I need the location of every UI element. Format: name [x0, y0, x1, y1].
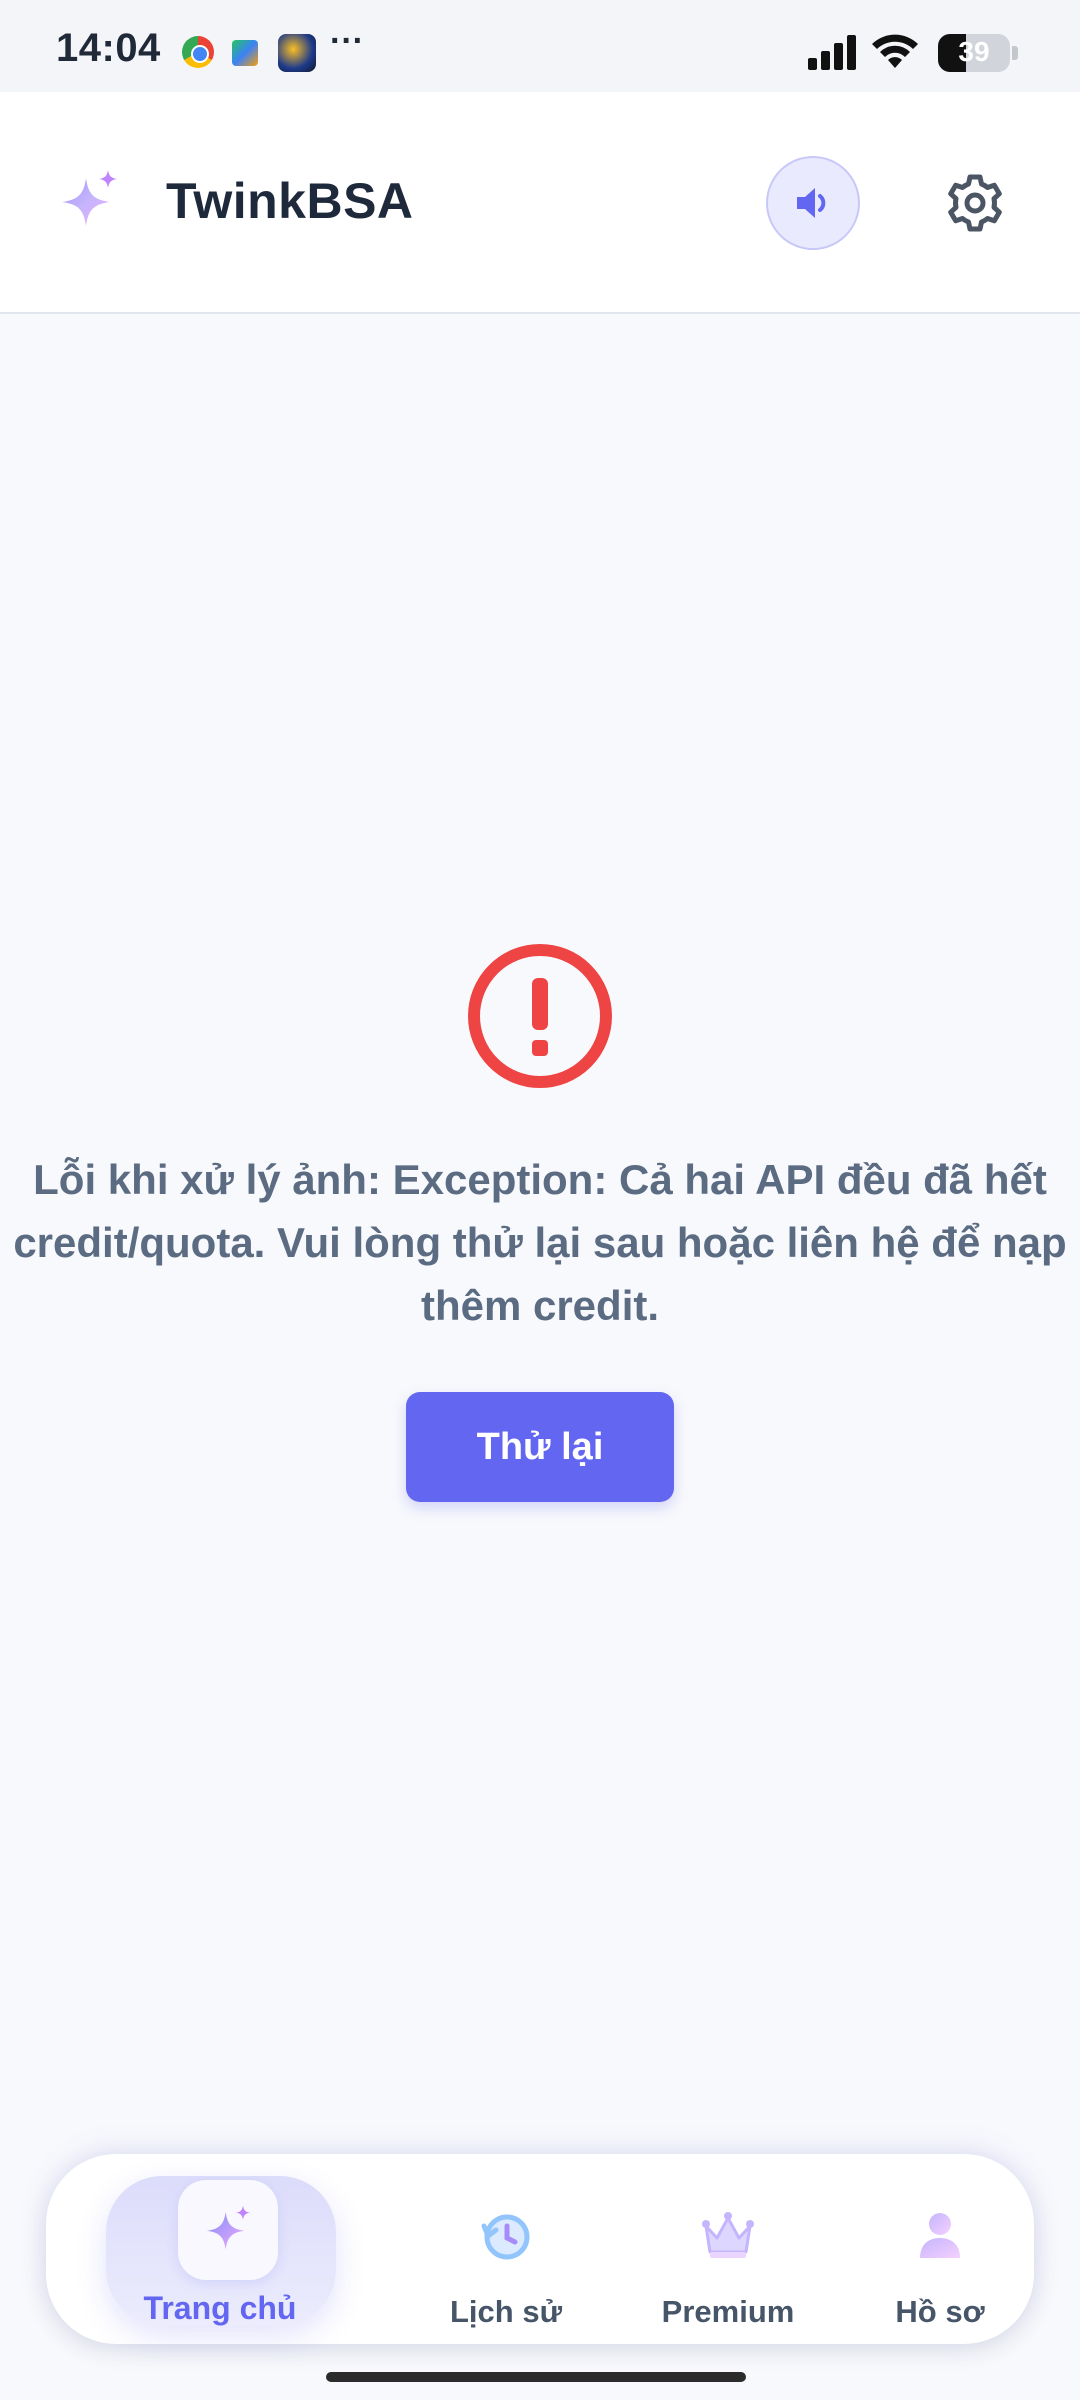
- app-title: TwinkBSA: [166, 173, 414, 229]
- nav-item-profile[interactable]: Hồ sơ: [826, 2154, 1046, 2344]
- chrome-icon: [182, 36, 214, 68]
- gear-icon: [948, 174, 1002, 232]
- nav-item-home[interactable]: Trang chủ: [106, 2154, 336, 2344]
- nav-item-history[interactable]: Lịch sử: [386, 2154, 626, 2344]
- retry-button[interactable]: Thử lại: [406, 1392, 674, 1502]
- bottom-nav: Trang chủ Lịch sử Premium Hồ sơ: [46, 2154, 1034, 2344]
- alert-circle-icon: [468, 944, 612, 1088]
- home-indicator[interactable]: [326, 2372, 746, 2382]
- history-icon-wrap: [476, 2206, 536, 2266]
- history-icon: [481, 2214, 530, 2260]
- crown-icon: [702, 2212, 754, 2258]
- user-icon-wrap: [910, 2206, 970, 2266]
- nav-icon-tile: [178, 2180, 278, 2280]
- more-notifications-icon: ···: [330, 22, 364, 60]
- nav-label: Trang chủ: [143, 2290, 297, 2326]
- nav-item-premium[interactable]: Premium: [606, 2154, 846, 2344]
- error-message: Lỗi khi xử lý ảnh: Exception: Cả hai API…: [13, 1156, 1067, 1329]
- sound-toggle-button[interactable]: [766, 156, 860, 250]
- nav-label: Hồ sơ: [895, 2294, 985, 2329]
- wifi-icon: [872, 34, 918, 68]
- speaker-icon: [797, 188, 826, 218]
- user-icon: [920, 2213, 960, 2258]
- puzzle-icon: [232, 40, 258, 66]
- battery-percent: 39: [958, 36, 990, 67]
- status-bar: 14:04 ··· 39: [0, 0, 1080, 92]
- app-header: TwinkBSA: [0, 92, 1080, 314]
- signal-icon: [808, 34, 858, 70]
- sparkle-icon: [62, 170, 117, 226]
- battery-icon: 39: [938, 34, 1010, 72]
- status-time: 14:04: [56, 26, 161, 70]
- battery-nub: [1012, 46, 1018, 60]
- sparkle-icon: [206, 2205, 251, 2250]
- game-icon: [278, 34, 316, 72]
- crown-icon-wrap: [698, 2206, 758, 2266]
- nav-label: Lịch sử: [449, 2294, 563, 2329]
- nav-label: Premium: [661, 2294, 795, 2329]
- settings-button[interactable]: [928, 156, 1022, 250]
